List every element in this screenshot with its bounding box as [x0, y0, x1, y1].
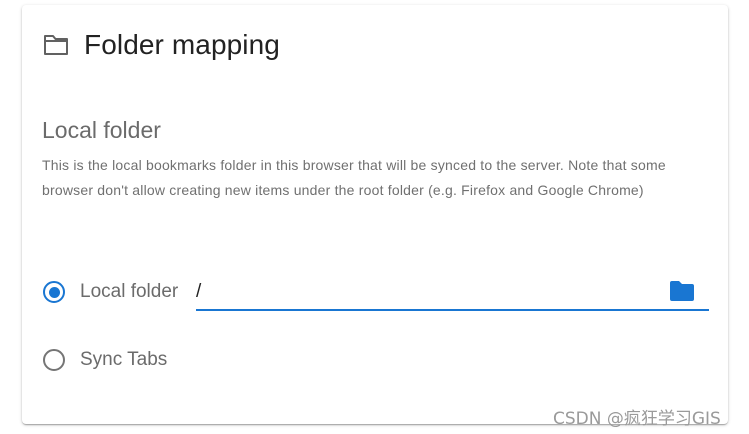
local-folder-radio[interactable] — [43, 281, 65, 303]
section-description: This is the local bookmarks folder in th… — [42, 157, 666, 198]
folder-mapping-card: Folder mapping Local folder This is the … — [22, 5, 728, 424]
card-title: Folder mapping — [84, 29, 280, 60]
sync-tabs-radio-label[interactable]: Sync Tabs — [80, 349, 167, 371]
folder-icon[interactable] — [669, 280, 695, 302]
sync-tabs-radio[interactable] — [43, 349, 65, 371]
watermark: CSDN @疯狂学习GIS — [553, 409, 721, 429]
folder-outline-icon — [43, 32, 69, 58]
local-folder-input[interactable] — [196, 279, 656, 305]
local-folder-option[interactable]: Local folder — [43, 281, 178, 303]
sync-tabs-option[interactable]: Sync Tabs — [43, 349, 167, 371]
card-header: Folder mapping — [43, 27, 280, 63]
local-folder-field[interactable] — [196, 275, 709, 311]
local-folder-radio-label[interactable]: Local folder — [80, 281, 178, 303]
section-title: Local folder — [42, 117, 161, 143]
